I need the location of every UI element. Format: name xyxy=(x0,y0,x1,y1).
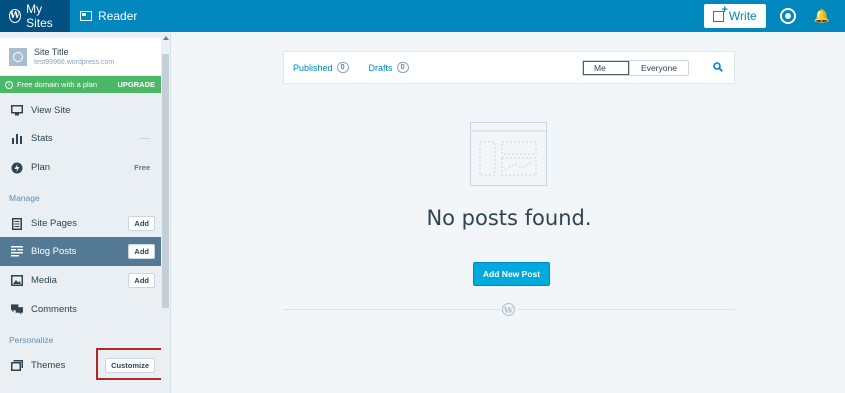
author-option-me[interactable]: Me xyxy=(583,61,629,75)
count-badge: 0 xyxy=(336,62,349,73)
section-heading-personalize: Personalize xyxy=(9,335,54,345)
reader-label: Reader xyxy=(98,9,138,23)
count-badge: 0 xyxy=(396,62,409,73)
search-icon[interactable] xyxy=(713,62,723,72)
reader-button[interactable]: Reader xyxy=(70,0,147,32)
write-button[interactable]: Write xyxy=(703,4,766,28)
monitor-icon xyxy=(11,105,23,117)
author-option-everyone[interactable]: Everyone xyxy=(629,61,688,75)
tab-drafts[interactable]: Drafts 0 xyxy=(369,62,409,73)
info-icon: i xyxy=(5,80,13,89)
sidebar-item-blog-posts[interactable]: Blog Posts Add xyxy=(0,237,161,266)
sidebar-item-site-pages[interactable]: Site Pages Add xyxy=(0,209,161,238)
author-segmented-control: Me Everyone xyxy=(582,60,689,76)
sidebar-scrollbar[interactable] xyxy=(161,32,170,393)
sidebar-item-label: Stats xyxy=(31,133,53,144)
sidebar-item-media[interactable]: Media Add xyxy=(0,266,161,295)
globe-icon xyxy=(9,47,27,66)
tab-label: Published xyxy=(293,62,333,73)
bar-chart-icon xyxy=(11,133,23,145)
empty-state-title: No posts found. xyxy=(426,206,592,230)
stats-sparkline xyxy=(139,138,150,139)
highlight-annotation xyxy=(96,348,166,380)
pages-icon xyxy=(11,217,23,230)
plan-badge: Free xyxy=(134,163,150,172)
site-title: Site Title xyxy=(34,46,69,57)
write-label: Write xyxy=(728,9,757,23)
my-sites-button[interactable]: W My Sites xyxy=(0,0,70,32)
reader-icon xyxy=(80,11,92,21)
plan-bolt-icon xyxy=(11,162,23,174)
sidebar-item-view-site[interactable]: View Site xyxy=(0,96,161,125)
post-filter-bar: Published 0 Drafts 0 Me Everyone xyxy=(283,51,735,84)
sidebar-item-label: Blog Posts xyxy=(31,246,77,257)
sidebar-item-comments[interactable]: Comments xyxy=(0,295,161,324)
wordpress-footer-logo-icon: W xyxy=(502,303,515,316)
footer-divider-right xyxy=(518,309,735,310)
add-page-button[interactable]: Add xyxy=(128,216,155,231)
scrollbar-thumb[interactable] xyxy=(162,54,169,308)
profile-avatar-icon[interactable] xyxy=(779,8,796,24)
upgrade-link[interactable]: UPGRADE xyxy=(117,80,155,89)
site-url: test99966.wordpress.com xyxy=(34,58,115,66)
sidebar-item-label: Comments xyxy=(31,304,77,315)
wordpress-logo-icon: W xyxy=(9,9,22,23)
comments-icon xyxy=(11,304,23,316)
sidebar-item-label: Themes xyxy=(31,360,66,371)
sidebar-item-label: Site Pages xyxy=(31,218,77,229)
add-media-button[interactable]: Add xyxy=(128,273,155,288)
tab-label: Drafts xyxy=(368,62,393,73)
footer-divider-left xyxy=(283,309,500,310)
scroll-up-arrow-icon[interactable] xyxy=(163,36,169,40)
sidebar-item-plan[interactable]: Plan Free xyxy=(0,153,161,182)
add-post-button[interactable]: Add xyxy=(128,244,155,259)
tab-published[interactable]: Published 0 xyxy=(293,62,349,73)
section-heading-manage: Manage xyxy=(9,193,40,203)
my-sites-label: My Sites xyxy=(26,2,53,30)
themes-icon xyxy=(11,360,23,372)
sidebar-item-label: Media xyxy=(31,275,57,286)
empty-posts-illustration xyxy=(470,122,547,186)
posts-icon xyxy=(11,246,23,258)
upgrade-notice-text: Free domain with a plan xyxy=(17,80,98,89)
notifications-bell-icon[interactable]: 🔔 xyxy=(814,8,830,24)
masterbar: W My Sites Reader Write 🔔 xyxy=(0,0,845,32)
write-icon xyxy=(712,4,728,22)
current-site-card[interactable]: Site Title test99966.wordpress.com xyxy=(0,38,161,75)
sidebar-item-stats[interactable]: Stats xyxy=(0,124,161,153)
sidebar-item-label: View Site xyxy=(31,105,71,116)
add-new-post-button[interactable]: Add New Post xyxy=(473,262,550,286)
sidebar-item-label: Plan xyxy=(31,162,51,173)
upgrade-notice[interactable]: i Free domain with a plan UPGRADE xyxy=(0,76,161,93)
image-icon xyxy=(11,275,23,287)
